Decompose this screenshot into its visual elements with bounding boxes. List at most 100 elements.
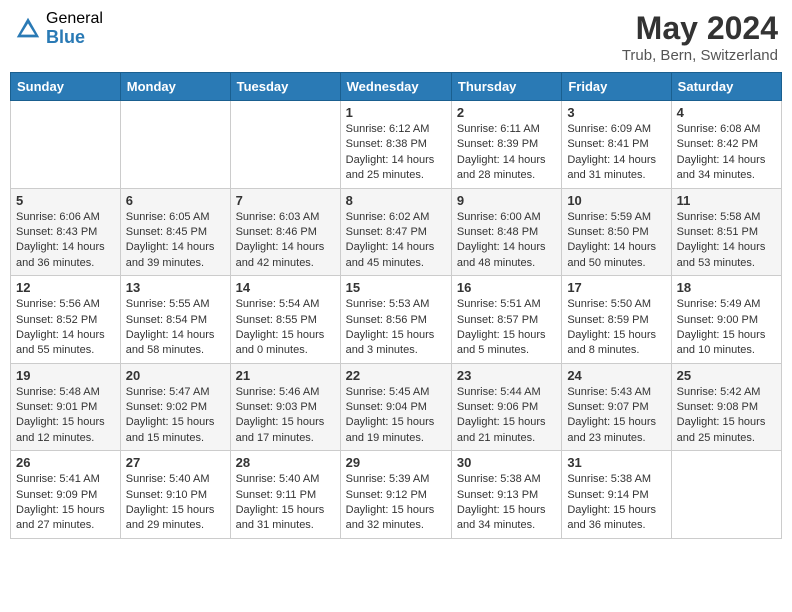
calendar-cell: 28 Sunrise: 5:40 AM Sunset: 9:11 PM Dayli… bbox=[230, 451, 340, 539]
day-info: Sunrise: 5:48 AM Sunset: 9:01 PM Dayligh… bbox=[16, 385, 115, 447]
calendar-cell: 30Sunrise: 5:38 AM Sunset: 9:13 PM Dayli… bbox=[451, 451, 561, 539]
calendar-table: SundayMondayTuesdayWednesdayThursdayFrid… bbox=[10, 72, 782, 539]
day-info: Sunrise: 6:09 AM Sunset: 8:41 PM Dayligh… bbox=[567, 122, 665, 184]
day-header-tuesday: Tuesday bbox=[230, 73, 340, 101]
day-number: 6 bbox=[126, 193, 225, 208]
day-header-wednesday: Wednesday bbox=[340, 73, 451, 101]
calendar-week-row: 1 Sunrise: 6:12 AM Sunset: 8:38 PM Daylig… bbox=[11, 101, 782, 189]
day-info: Sunrise: 5:55 AM Sunset: 8:54 PM Dayligh… bbox=[126, 297, 225, 359]
calendar-cell: 13 Sunrise: 5:55 AM Sunset: 8:54 PM Dayli… bbox=[120, 276, 230, 364]
calendar-cell: 24 Sunrise: 5:43 AM Sunset: 9:07 PM Dayli… bbox=[562, 363, 671, 451]
calendar-cell: 22Sunrise: 5:45 AM Sunset: 9:04 PM Dayli… bbox=[340, 363, 451, 451]
day-info: Sunrise: 5:53 AM Sunset: 8:56 PM Dayligh… bbox=[346, 297, 446, 359]
day-number: 11 bbox=[677, 193, 776, 208]
logo-text: General Blue bbox=[46, 10, 103, 47]
calendar-cell: 4Sunrise: 6:08 AM Sunset: 8:42 PM Daylig… bbox=[671, 101, 781, 189]
day-number: 12 bbox=[16, 280, 115, 295]
day-number: 2 bbox=[457, 105, 556, 120]
calendar-cell: 3 Sunrise: 6:09 AM Sunset: 8:41 PM Daylig… bbox=[562, 101, 671, 189]
calendar-subtitle: Trub, Bern, Switzerland bbox=[622, 47, 778, 64]
day-info: Sunrise: 5:54 AM Sunset: 8:55 PM Dayligh… bbox=[236, 297, 335, 359]
day-number: 13 bbox=[126, 280, 225, 295]
day-info: Sunrise: 5:43 AM Sunset: 9:07 PM Dayligh… bbox=[567, 385, 665, 447]
calendar-cell: 31Sunrise: 5:38 AM Sunset: 9:14 PM Dayli… bbox=[562, 451, 671, 539]
day-number: 16 bbox=[457, 280, 556, 295]
calendar-cell: 2 Sunrise: 6:11 AM Sunset: 8:39 PM Daylig… bbox=[451, 101, 561, 189]
day-number: 18 bbox=[677, 280, 776, 295]
day-info: Sunrise: 5:40 AM Sunset: 9:11 PM Dayligh… bbox=[236, 472, 335, 534]
calendar-cell: 1 Sunrise: 6:12 AM Sunset: 8:38 PM Daylig… bbox=[340, 101, 451, 189]
calendar-cell: 14Sunrise: 5:54 AM Sunset: 8:55 PM Dayli… bbox=[230, 276, 340, 364]
day-info: Sunrise: 5:49 AM Sunset: 9:00 PM Dayligh… bbox=[677, 297, 776, 359]
calendar-cell: 15 Sunrise: 5:53 AM Sunset: 8:56 PM Dayli… bbox=[340, 276, 451, 364]
day-header-sunday: Sunday bbox=[11, 73, 121, 101]
day-info: Sunrise: 5:38 AM Sunset: 9:13 PM Dayligh… bbox=[457, 472, 556, 534]
day-info: Sunrise: 5:45 AM Sunset: 9:04 PM Dayligh… bbox=[346, 385, 446, 447]
calendar-cell: 20Sunrise: 5:47 AM Sunset: 9:02 PM Dayli… bbox=[120, 363, 230, 451]
day-header-saturday: Saturday bbox=[671, 73, 781, 101]
day-info: Sunrise: 5:58 AM Sunset: 8:51 PM Dayligh… bbox=[677, 210, 776, 272]
calendar-cell: 5Sunrise: 6:06 AM Sunset: 8:43 PM Daylig… bbox=[11, 188, 121, 276]
day-info: Sunrise: 6:00 AM Sunset: 8:48 PM Dayligh… bbox=[457, 210, 556, 272]
day-info: Sunrise: 5:46 AM Sunset: 9:03 PM Dayligh… bbox=[236, 385, 335, 447]
calendar-header-row: SundayMondayTuesdayWednesdayThursdayFrid… bbox=[11, 73, 782, 101]
calendar-cell: 19 Sunrise: 5:48 AM Sunset: 9:01 PM Dayli… bbox=[11, 363, 121, 451]
calendar-cell: 18 Sunrise: 5:49 AM Sunset: 9:00 PM Dayli… bbox=[671, 276, 781, 364]
day-number: 4 bbox=[677, 105, 776, 120]
calendar-cell: 7Sunrise: 6:03 AM Sunset: 8:46 PM Daylig… bbox=[230, 188, 340, 276]
logo-blue: Blue bbox=[46, 28, 103, 48]
day-number: 23 bbox=[457, 368, 556, 383]
day-number: 1 bbox=[346, 105, 446, 120]
day-number: 21 bbox=[236, 368, 335, 383]
day-info: Sunrise: 5:41 AM Sunset: 9:09 PM Dayligh… bbox=[16, 472, 115, 534]
logo-general: General bbox=[46, 10, 103, 28]
day-info: Sunrise: 5:56 AM Sunset: 8:52 PM Dayligh… bbox=[16, 297, 115, 359]
day-number: 15 bbox=[346, 280, 446, 295]
day-number: 26 bbox=[16, 455, 115, 470]
calendar-cell: 29 Sunrise: 5:39 AM Sunset: 9:12 PM Dayli… bbox=[340, 451, 451, 539]
calendar-cell: 9 Sunrise: 6:00 AM Sunset: 8:48 PM Daylig… bbox=[451, 188, 561, 276]
calendar-cell: 16Sunrise: 5:51 AM Sunset: 8:57 PM Dayli… bbox=[451, 276, 561, 364]
day-info: Sunrise: 6:12 AM Sunset: 8:38 PM Dayligh… bbox=[346, 122, 446, 184]
day-number: 17 bbox=[567, 280, 665, 295]
calendar-cell: 26 Sunrise: 5:41 AM Sunset: 9:09 PM Dayli… bbox=[11, 451, 121, 539]
calendar-cell: 10Sunrise: 5:59 AM Sunset: 8:50 PM Dayli… bbox=[562, 188, 671, 276]
day-info: Sunrise: 6:05 AM Sunset: 8:45 PM Dayligh… bbox=[126, 210, 225, 272]
day-info: Sunrise: 5:50 AM Sunset: 8:59 PM Dayligh… bbox=[567, 297, 665, 359]
calendar-week-row: 12 Sunrise: 5:56 AM Sunset: 8:52 PM Dayli… bbox=[11, 276, 782, 364]
day-number: 29 bbox=[346, 455, 446, 470]
day-info: Sunrise: 6:11 AM Sunset: 8:39 PM Dayligh… bbox=[457, 122, 556, 184]
day-info: Sunrise: 6:03 AM Sunset: 8:46 PM Dayligh… bbox=[236, 210, 335, 272]
logo: General Blue bbox=[14, 10, 103, 47]
day-header-friday: Friday bbox=[562, 73, 671, 101]
day-header-thursday: Thursday bbox=[451, 73, 561, 101]
calendar-cell bbox=[11, 101, 121, 189]
calendar-title: May 2024 bbox=[622, 10, 778, 47]
title-block: May 2024 Trub, Bern, Switzerland bbox=[622, 10, 778, 64]
calendar-cell: 25Sunrise: 5:42 AM Sunset: 9:08 PM Dayli… bbox=[671, 363, 781, 451]
day-info: Sunrise: 5:40 AM Sunset: 9:10 PM Dayligh… bbox=[126, 472, 225, 534]
day-info: Sunrise: 6:02 AM Sunset: 8:47 PM Dayligh… bbox=[346, 210, 446, 272]
calendar-cell: 8 Sunrise: 6:02 AM Sunset: 8:47 PM Daylig… bbox=[340, 188, 451, 276]
day-number: 9 bbox=[457, 193, 556, 208]
calendar-cell bbox=[671, 451, 781, 539]
calendar-cell: 27 Sunrise: 5:40 AM Sunset: 9:10 PM Dayli… bbox=[120, 451, 230, 539]
day-number: 8 bbox=[346, 193, 446, 208]
day-number: 24 bbox=[567, 368, 665, 383]
day-info: Sunrise: 5:39 AM Sunset: 9:12 PM Dayligh… bbox=[346, 472, 446, 534]
day-number: 10 bbox=[567, 193, 665, 208]
calendar-cell: 23 Sunrise: 5:44 AM Sunset: 9:06 PM Dayli… bbox=[451, 363, 561, 451]
calendar-cell bbox=[120, 101, 230, 189]
day-info: Sunrise: 5:44 AM Sunset: 9:06 PM Dayligh… bbox=[457, 385, 556, 447]
calendar-week-row: 19 Sunrise: 5:48 AM Sunset: 9:01 PM Dayli… bbox=[11, 363, 782, 451]
calendar-cell: 21 Sunrise: 5:46 AM Sunset: 9:03 PM Dayli… bbox=[230, 363, 340, 451]
day-number: 28 bbox=[236, 455, 335, 470]
day-number: 3 bbox=[567, 105, 665, 120]
day-number: 5 bbox=[16, 193, 115, 208]
logo-icon bbox=[14, 15, 42, 43]
calendar-cell: 12 Sunrise: 5:56 AM Sunset: 8:52 PM Dayli… bbox=[11, 276, 121, 364]
page-header: General Blue May 2024 Trub, Bern, Switze… bbox=[10, 10, 782, 64]
day-number: 19 bbox=[16, 368, 115, 383]
day-number: 31 bbox=[567, 455, 665, 470]
day-number: 27 bbox=[126, 455, 225, 470]
